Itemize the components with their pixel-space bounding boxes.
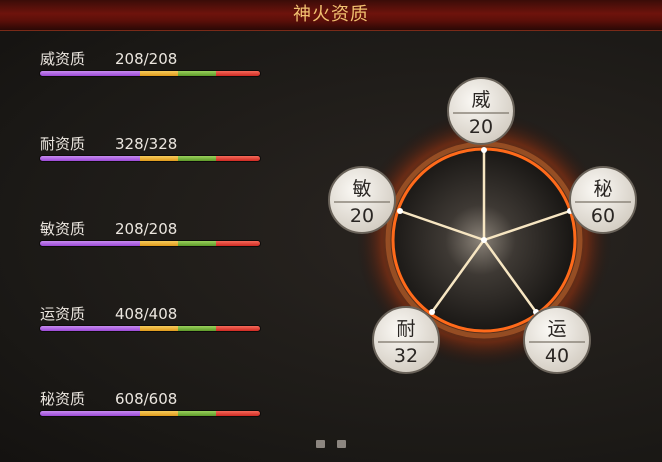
node-name: 耐 (396, 318, 415, 340)
node-wei: 威 20 (447, 77, 515, 145)
node-value: 60 (591, 205, 615, 227)
attribute-radar: 威 20 秘 60 运 40 耐 32 敏 20 (328, 77, 637, 374)
attribute-panel: 神火资质 威资质 208/208 耐资质 328/328 敏资质 208/208 (0, 0, 662, 462)
endpoint-dot (429, 309, 435, 315)
node-nai: 耐 32 (372, 306, 440, 374)
endpoint-dot (397, 208, 403, 214)
node-name: 秘 (593, 178, 612, 200)
node-value: 40 (545, 345, 569, 367)
node-value: 32 (394, 345, 418, 367)
node-mi: 秘 60 (569, 166, 637, 234)
page-dot-2[interactable] (337, 440, 346, 448)
node-yun: 运 40 (523, 306, 591, 374)
node-name: 运 (547, 318, 566, 340)
page-dot-1[interactable] (316, 440, 325, 448)
endpoint-dot (481, 147, 487, 153)
node-min: 敏 20 (328, 166, 396, 234)
center-dot (481, 237, 487, 243)
node-value: 20 (350, 205, 374, 227)
node-value: 20 (469, 116, 493, 138)
node-name: 敏 (352, 178, 371, 200)
node-name: 威 (471, 89, 490, 111)
